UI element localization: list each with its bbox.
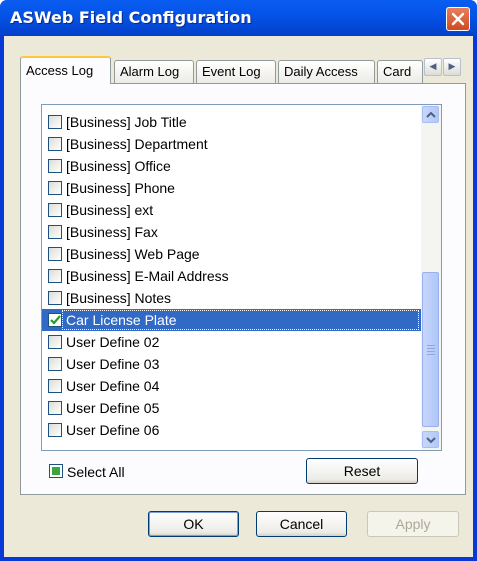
field-list-items: [Business] Job Title [Business] Departmen… [42,105,421,450]
button-label: Cancel [279,516,324,532]
list-item[interactable]: User Define 02 [42,331,421,353]
list-item[interactable]: User Define 05 [42,397,421,419]
indeterminate-mark [52,467,60,475]
field-checkbox[interactable] [48,159,62,173]
tab-scroll-left-button[interactable]: ◀ [424,58,442,76]
field-label: User Define 02 [66,334,160,350]
tab-label: Event Log [202,64,261,79]
close-button[interactable] [446,7,470,31]
field-checkbox[interactable] [48,181,62,195]
grip-line [427,354,435,355]
tab-daily-access[interactable]: Daily Access [278,60,375,83]
tab-label: Daily Access [284,64,358,79]
field-checklist[interactable]: [Business] Job Title [Business] Departmen… [41,104,442,451]
tab-access-log[interactable]: Access Log [20,56,111,84]
tab-scroll-buttons: ◀ ▶ [424,58,462,78]
button-label: Reset [343,463,381,479]
field-label: [Business] Phone [66,180,175,196]
tab-card[interactable]: Card [377,60,423,83]
tab-panel-access-log: [Business] Job Title [Business] Departmen… [20,83,466,495]
chevron-up-icon [426,111,436,118]
title-bar[interactable]: ASWeb Field Configuration [0,0,477,36]
list-item[interactable]: [Business] Job Title [42,111,421,133]
field-checkbox[interactable] [48,203,62,217]
close-icon [451,12,465,26]
list-item[interactable]: User Define 04 [42,375,421,397]
tab-label: Alarm Log [120,64,180,79]
list-item[interactable]: [Business] Department [42,133,421,155]
tab-event-log[interactable]: Event Log [196,60,276,83]
list-item[interactable]: [Business] Web Page [42,243,421,265]
tab-alarm-log[interactable]: Alarm Log [114,60,194,83]
field-label: User Define 04 [66,378,160,394]
grip-line [427,348,435,349]
tab-scroll-right-button[interactable]: ▶ [443,58,461,76]
select-all-label: Select All [67,464,125,480]
field-checkbox[interactable] [48,115,62,129]
field-label: [Business] Department [66,136,208,152]
button-label: OK [183,516,204,532]
field-checkbox[interactable] [48,423,62,437]
scroll-up-button[interactable] [422,106,439,123]
dialog-body: Access Log Alarm Log Event Log Daily Acc… [4,36,473,557]
scroll-down-button[interactable] [422,431,439,448]
list-item[interactable]: User Define 03 [42,353,421,375]
list-item[interactable]: [Business] Notes [42,287,421,309]
window-title: ASWeb Field Configuration [10,8,252,27]
select-all-checkbox[interactable]: Select All [49,463,159,481]
field-label: [Business] Notes [66,290,172,306]
arrow-left-icon: ◀ [429,62,437,72]
dialog-window: ASWeb Field Configuration Access Log Ala… [0,0,477,561]
field-label: User Define 06 [66,422,160,438]
list-item[interactable]: [Business] Fax [42,221,421,243]
list-item[interactable]: [Business] E-Mail Address [42,265,421,287]
field-label: [Business] Job Title [66,114,187,130]
tri-state-checkbox[interactable] [49,464,63,478]
field-label: [Business] Web Page [66,246,200,262]
field-checkbox[interactable] [48,335,62,349]
tab-label: Access Log [26,63,94,78]
grip-line [427,345,435,346]
field-label: User Define 03 [66,356,160,372]
list-item[interactable]: User Define 06 [42,419,421,441]
tab-label: Card [383,64,412,79]
reset-button[interactable]: Reset [306,458,418,484]
list-item[interactable]: Car License Plate [42,309,421,331]
chevron-down-icon [426,437,436,444]
field-checkbox[interactable] [48,379,62,393]
checkmark-icon [50,315,61,325]
field-checkbox[interactable] [48,401,62,415]
field-checkbox[interactable] [48,357,62,371]
field-label: [Business] E-Mail Address [66,268,229,284]
field-checkbox[interactable] [48,291,62,305]
list-item[interactable]: [Business] Phone [42,177,421,199]
field-label: [Business] Fax [66,224,158,240]
vertical-scrollbar[interactable] [421,105,441,450]
arrow-right-icon: ▶ [448,62,456,72]
grip-line [427,351,435,352]
field-checkbox[interactable] [48,247,62,261]
button-label: Apply [395,516,431,532]
apply-button: Apply [367,511,459,537]
scroll-thumb[interactable] [422,272,439,427]
list-item[interactable]: [Business] ext [42,199,421,221]
field-checkbox[interactable] [48,313,62,327]
field-label: [Business] ext [66,202,154,218]
field-label: [Business] Office [66,158,171,174]
field-checkbox[interactable] [48,137,62,151]
field-label: Car License Plate [66,312,177,328]
cancel-button[interactable]: Cancel [256,511,347,537]
list-item[interactable]: [Business] Office [42,155,421,177]
tab-strip: Access Log Alarm Log Event Log Daily Acc… [20,56,466,84]
field-label: User Define 05 [66,400,160,416]
ok-button[interactable]: OK [148,511,239,537]
field-checkbox[interactable] [48,269,62,283]
field-checkbox[interactable] [48,225,62,239]
